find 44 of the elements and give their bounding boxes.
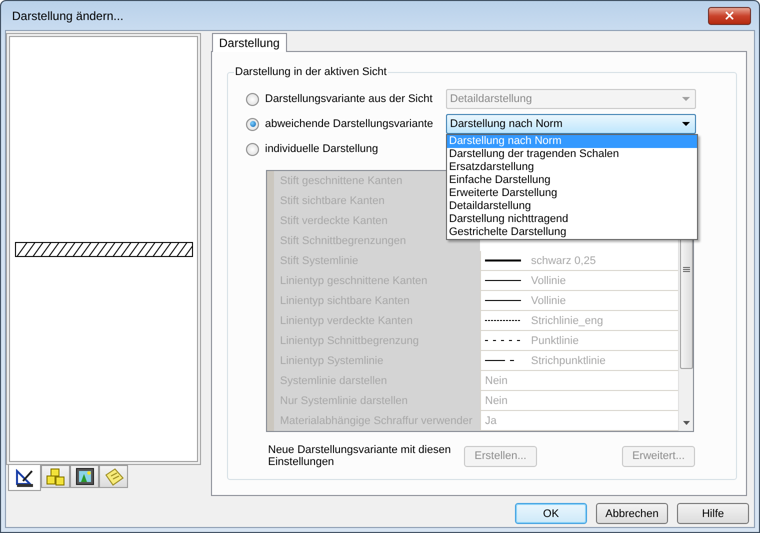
property-value: Punktlinie	[480, 331, 678, 351]
dropdown-option[interactable]: Ersatzdarstellung	[447, 161, 697, 174]
property-value: Nein	[480, 371, 678, 391]
property-value: Vollinie	[480, 271, 678, 291]
note-icon	[104, 468, 124, 486]
dialog-button[interactable]: Abbrechen	[596, 503, 668, 524]
line-sample-icon	[485, 259, 521, 262]
dropdown-option[interactable]: Erweiterte Darstellung	[447, 187, 697, 200]
caret-icon	[682, 97, 690, 101]
radio-button[interactable]	[246, 118, 259, 130]
dropdown-option[interactable]: Detaildarstellung	[447, 200, 697, 213]
line-sample-icon	[485, 299, 521, 302]
radio-label[interactable]: individuelle Darstellung	[265, 143, 378, 155]
line-sample-icon	[485, 279, 521, 282]
dropdown-option[interactable]: Darstellung nichttragend	[447, 213, 697, 226]
line-sample-icon	[485, 339, 521, 342]
property-value: Strichlinie_eng	[480, 311, 678, 331]
dropdown-option[interactable]: Darstellung der tragenden Schalen	[447, 148, 697, 161]
dropdown[interactable]: Darstellung nach Norm	[446, 114, 696, 134]
window-title: Darstellung ändern...	[12, 8, 124, 22]
dropdown-option[interactable]: Gestrichelte Darstellung	[447, 226, 697, 239]
note-text: Neue Darstellungsvariante mit diesen Einstellungen	[268, 444, 452, 468]
property-value: Nein	[480, 391, 678, 411]
close-button[interactable]: ×	[708, 6, 751, 24]
property-value: Ja	[480, 411, 678, 431]
group-title: Darstellung in der aktiven Sicht	[234, 66, 388, 78]
property-value: schwarz 0,25	[480, 251, 678, 271]
radio-label[interactable]: abweichende Darstellungsvariante	[265, 118, 434, 130]
view-tab[interactable]	[8, 465, 41, 491]
view-tab[interactable]	[70, 465, 99, 488]
radio-button[interactable]	[246, 142, 259, 156]
radio-button[interactable]	[246, 92, 259, 106]
image-icon	[76, 468, 94, 485]
property-value: Strichpunktlinie	[480, 351, 678, 371]
cubes-icon	[46, 468, 66, 486]
grip-icon	[682, 267, 690, 273]
radio-label[interactable]: Darstellungsvariante aus der Sicht	[265, 93, 433, 105]
dialog-button[interactable]: OK	[515, 503, 587, 524]
line-sample-icon	[485, 319, 521, 322]
caret-icon	[682, 122, 690, 126]
dropdown-option[interactable]: Einfache Darstellung	[447, 174, 697, 187]
dialog-button[interactable]: Hilfe	[677, 503, 749, 524]
tab[interactable]: Darstellung	[212, 33, 287, 52]
property-value: Vollinie	[480, 291, 678, 311]
